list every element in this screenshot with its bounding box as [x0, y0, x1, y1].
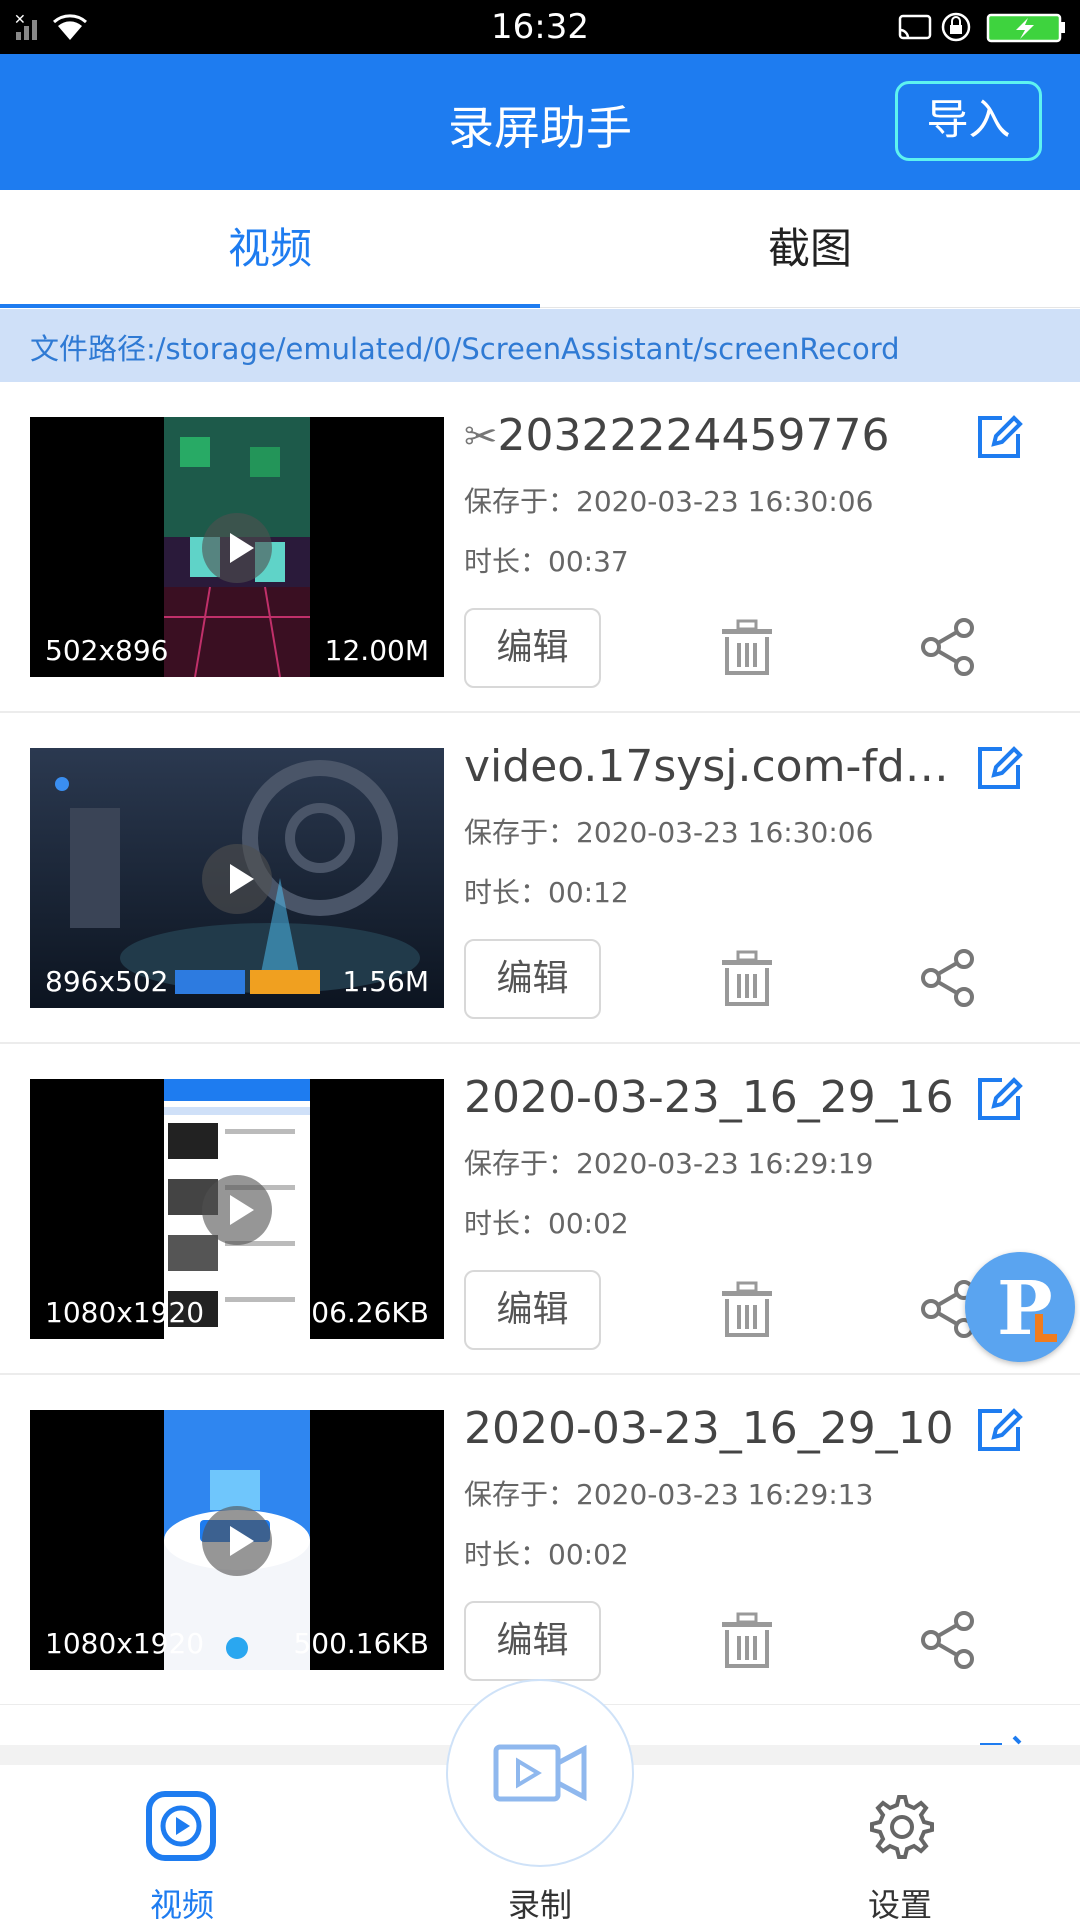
edit-button[interactable]: 编辑: [464, 608, 601, 688]
tab-bar: 视频 截图: [0, 190, 1080, 308]
list-item[interactable]: 1080x1920 506.26KB 2020-03-23_16_29_16 保…: [0, 1044, 1080, 1375]
edit-button[interactable]: 编辑: [464, 939, 601, 1019]
share-icon[interactable]: [920, 618, 976, 676]
scissors-icon: ✂: [464, 414, 498, 460]
saved-time: 保存于：2020-03-23 16:30:06: [464, 816, 874, 849]
status-bar: ✕ 16:32: [0, 0, 1080, 54]
import-button[interactable]: 导入: [895, 81, 1042, 161]
duration: 时长：00:02: [464, 1538, 629, 1571]
nav-settings-label[interactable]: 设置: [868, 1880, 932, 1926]
floating-assistant-button[interactable]: P: [965, 1252, 1075, 1362]
trash-icon[interactable]: [720, 619, 774, 677]
tab-indicator: [0, 304, 540, 308]
play-icon[interactable]: [202, 844, 272, 914]
video-thumbnail[interactable]: 502x896 12.00M: [30, 417, 444, 677]
trash-icon[interactable]: [720, 950, 774, 1008]
video-name: ✂20322224459776: [464, 410, 890, 461]
file-path-bar: 文件路径:/storage/emulated/0/ScreenAssistant…: [0, 309, 1080, 382]
video-size: 1.56M: [342, 965, 429, 998]
list-item[interactable]: 502x896 12.00M ✂20322224459776 保存于：2020-…: [0, 382, 1080, 713]
edit-button[interactable]: 编辑: [464, 1601, 601, 1681]
duration: 时长：00:37: [464, 545, 629, 578]
video-thumbnail[interactable]: 896x502 1.56M: [30, 748, 444, 1008]
video-name: 2020-03-23_16_29_10: [464, 1403, 954, 1454]
file-path-text: 文件路径:/storage/emulated/0/ScreenAssistant…: [30, 332, 900, 366]
play-icon[interactable]: [202, 513, 272, 583]
trash-icon[interactable]: [720, 1281, 774, 1339]
video-size: 506.26KB: [293, 1296, 429, 1329]
play-icon[interactable]: [202, 1175, 272, 1245]
video-name: 2020-03-23_16_29_16: [464, 1072, 954, 1123]
rename-pencil-icon: [980, 1735, 1022, 1745]
video-thumbnail[interactable]: 1080x1920 500.16KB: [30, 1410, 444, 1670]
nav-video-label[interactable]: 视频: [150, 1880, 214, 1926]
rename-pencil-icon[interactable]: [974, 412, 1024, 462]
rename-pencil-icon[interactable]: [974, 1405, 1024, 1455]
edit-button[interactable]: 编辑: [464, 1270, 601, 1350]
trash-icon[interactable]: [720, 1612, 774, 1670]
duration: 时长：00:12: [464, 876, 629, 909]
video-camera-icon: [493, 1744, 587, 1802]
duration: 时长：00:02: [464, 1207, 629, 1240]
video-tab-icon[interactable]: [146, 1791, 216, 1861]
rename-pencil-icon[interactable]: [974, 743, 1024, 793]
video-size: 500.16KB: [293, 1627, 429, 1660]
saved-time: 保存于：2020-03-23 16:29:19: [464, 1147, 874, 1180]
play-icon[interactable]: [202, 1506, 272, 1576]
video-thumbnail[interactable]: 1080x1920 506.26KB: [30, 1079, 444, 1339]
share-icon[interactable]: [920, 1611, 976, 1669]
video-name: video.17sysj.com-fd55c…: [464, 741, 969, 792]
video-resolution: 1080x1920: [45, 1296, 205, 1329]
video-resolution: 1080x1920: [45, 1627, 205, 1660]
list-item[interactable]: 1080x1920 500.16KB 2020-03-23_16_29_10 保…: [0, 1375, 1080, 1706]
list-item[interactable]: 896x502 1.56M video.17sysj.com-fd55c… 保存…: [0, 713, 1080, 1044]
record-button[interactable]: [446, 1679, 634, 1867]
gear-icon[interactable]: [864, 1791, 934, 1861]
saved-time: 保存于：2020-03-23 16:30:06: [464, 485, 874, 518]
video-size: 12.00M: [324, 634, 429, 667]
rename-pencil-icon[interactable]: [974, 1074, 1024, 1124]
cast-lock-battery-icons: [898, 10, 1068, 48]
saved-time: 保存于：2020-03-23 16:29:13: [464, 1478, 874, 1511]
share-icon[interactable]: [920, 949, 976, 1007]
tab-screenshot[interactable]: 截图: [540, 190, 1080, 308]
app-header: 录屏助手 导入: [0, 54, 1080, 190]
tab-video[interactable]: 视频: [0, 190, 540, 308]
video-resolution: 896x502: [45, 965, 169, 998]
video-resolution: 502x896: [45, 634, 169, 667]
nav-record-label[interactable]: 录制: [508, 1880, 572, 1926]
